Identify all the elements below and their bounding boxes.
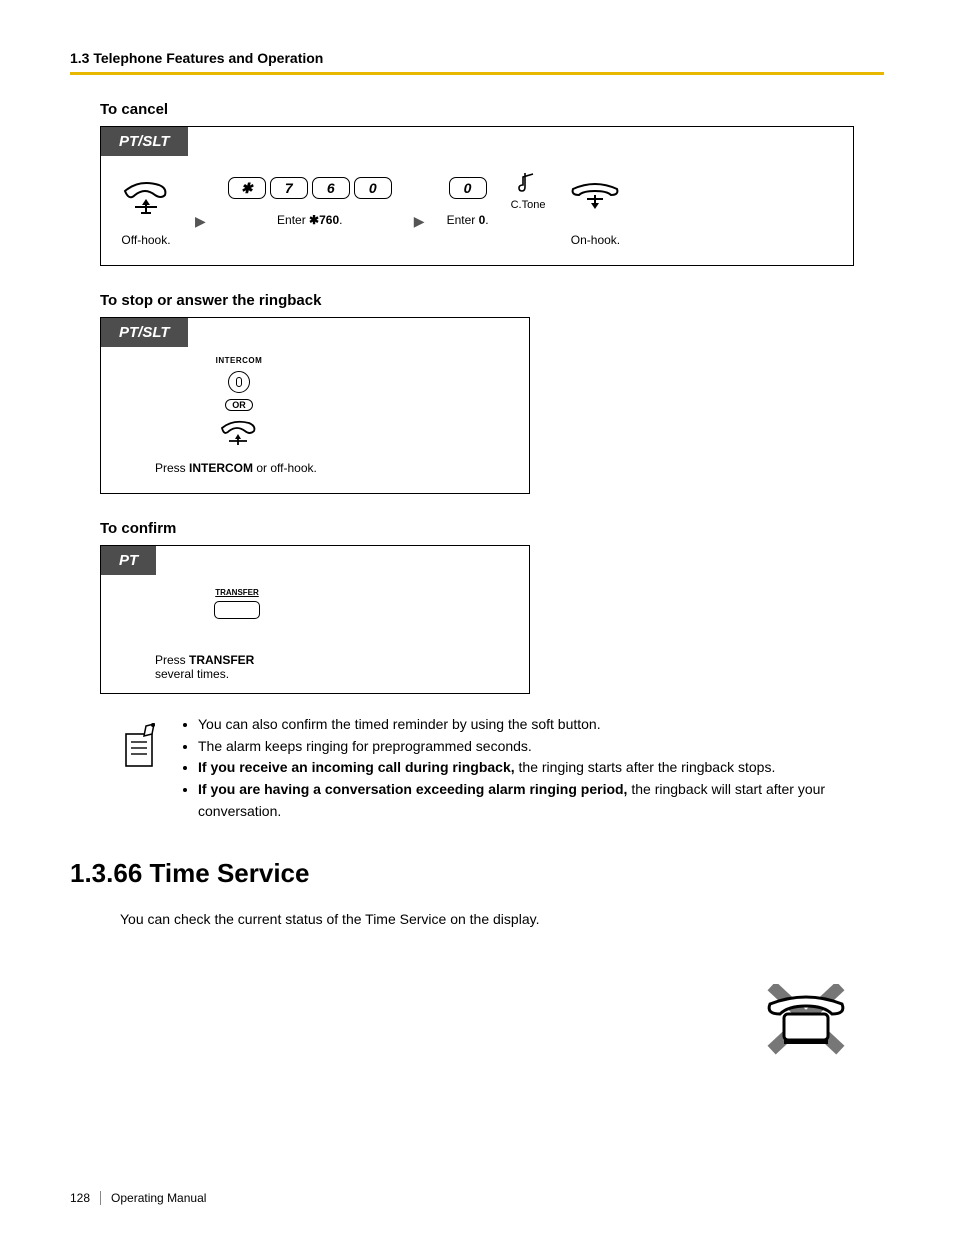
step-off-hook: Off-hook. bbox=[119, 177, 173, 247]
text: Press bbox=[155, 461, 189, 475]
phone-type-label: PT/SLT bbox=[101, 318, 188, 347]
subhead-to-confirm: To confirm bbox=[100, 520, 884, 537]
step-on-hook: On-hook. bbox=[567, 177, 623, 247]
off-hook-icon bbox=[217, 417, 261, 447]
phone-type-label: PT bbox=[101, 546, 156, 575]
procedure-box-ringback: PT/SLT INTERCOM OR Press INTERCOM or off… bbox=[100, 317, 530, 494]
section-paragraph: You can check the current status of the … bbox=[120, 911, 884, 927]
notes-block: You can also confirm the timed reminder … bbox=[120, 714, 854, 822]
key-0: 0 bbox=[354, 177, 392, 199]
text: 7 bbox=[319, 213, 326, 227]
step-caption: Enter 0. bbox=[447, 213, 489, 227]
note-bullet: If you are having a conversation exceedi… bbox=[198, 779, 854, 822]
phone-cross-icon bbox=[758, 984, 854, 1056]
key-star: ✱ bbox=[228, 177, 266, 199]
text: Press bbox=[155, 653, 189, 667]
ctone-label: C.Tone bbox=[511, 199, 546, 211]
step-caption: On-hook. bbox=[571, 233, 620, 247]
text: . bbox=[339, 213, 342, 227]
footer-label: Operating Manual bbox=[111, 1191, 206, 1205]
step-caption: Enter ✱760. bbox=[277, 213, 342, 227]
header-rule bbox=[70, 72, 884, 75]
intercom-label: INTERCOM bbox=[216, 356, 263, 365]
key-7: 7 bbox=[270, 177, 308, 199]
text: the ringing starts after the ringback st… bbox=[515, 759, 776, 775]
key-0-single: 0 bbox=[449, 177, 487, 199]
tone-icon bbox=[517, 169, 539, 195]
text: If you receive an incoming call during r… bbox=[198, 759, 515, 775]
note-bullet: If you receive an incoming call during r… bbox=[198, 757, 854, 779]
subhead-stop-ringback: To stop or answer the ringback bbox=[100, 292, 884, 309]
step-caption: Press INTERCOM or off-hook. bbox=[119, 461, 511, 475]
on-hook-icon bbox=[567, 177, 623, 219]
off-hook-icon bbox=[119, 177, 173, 219]
key-6: 6 bbox=[312, 177, 350, 199]
procedure-box-cancel: PT/SLT Off-hook. ▶ ✱ 7 6 0 bbox=[100, 126, 854, 266]
section-heading: 1.3.66 Time Service bbox=[70, 858, 884, 889]
step-enter-760: ✱ 7 6 0 Enter ✱760. bbox=[228, 177, 392, 227]
text: . bbox=[485, 213, 488, 227]
keypad-sequence: ✱ 7 6 0 bbox=[228, 177, 392, 199]
intercom-button-icon bbox=[228, 371, 250, 393]
text: INTERCOM bbox=[189, 461, 253, 475]
step-caption: Press TRANSFERseveral times. bbox=[119, 653, 511, 681]
footer-divider bbox=[100, 1191, 101, 1205]
text: TRANSFER bbox=[189, 653, 254, 667]
procedure-box-confirm: PT TRANSFER Press TRANSFERseveral times. bbox=[100, 545, 530, 694]
page-number: 128 bbox=[70, 1191, 100, 1205]
step-caption: Off-hook. bbox=[121, 233, 170, 247]
phone-type-label: PT/SLT bbox=[101, 127, 188, 156]
transfer-button-icon bbox=[214, 601, 260, 619]
arrow-icon: ▶ bbox=[414, 213, 425, 230]
note-bullet: You can also confirm the timed reminder … bbox=[198, 714, 854, 736]
text: Enter bbox=[277, 213, 309, 227]
page-footer: 128 Operating Manual bbox=[70, 1191, 206, 1205]
text: If you are having a conversation exceedi… bbox=[198, 781, 627, 797]
note-bullet: The alarm keeps ringing for preprogramme… bbox=[198, 736, 854, 758]
arrow-icon: ▶ bbox=[195, 213, 206, 230]
step-enter-0: 0 Enter 0. bbox=[447, 177, 489, 227]
running-header: 1.3 Telephone Features and Operation bbox=[70, 50, 884, 66]
note-icon bbox=[120, 720, 162, 774]
transfer-label: TRANSFER bbox=[215, 588, 259, 597]
text: Enter bbox=[447, 213, 479, 227]
text: or off-hook. bbox=[253, 461, 317, 475]
step-ctone: C.Tone bbox=[511, 169, 546, 211]
text: several times. bbox=[155, 667, 229, 681]
subhead-to-cancel: To cancel bbox=[100, 101, 884, 118]
or-label: OR bbox=[225, 399, 253, 411]
